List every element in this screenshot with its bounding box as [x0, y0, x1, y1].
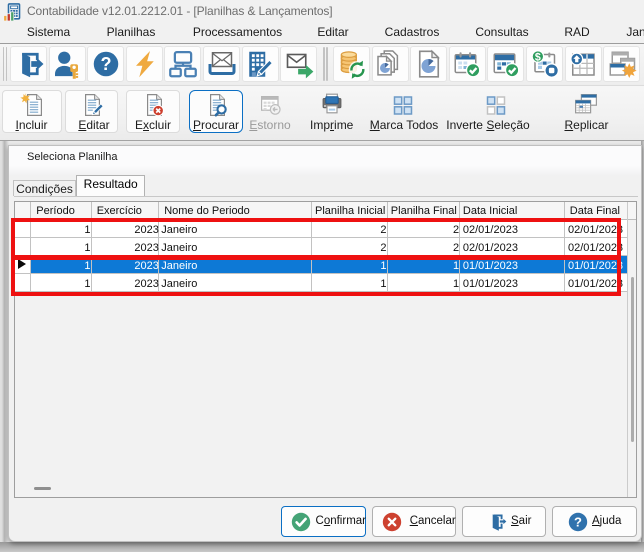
svg-text:$: $ — [534, 51, 540, 63]
svg-text:?: ? — [100, 54, 111, 74]
svg-text:?: ? — [574, 515, 582, 530]
